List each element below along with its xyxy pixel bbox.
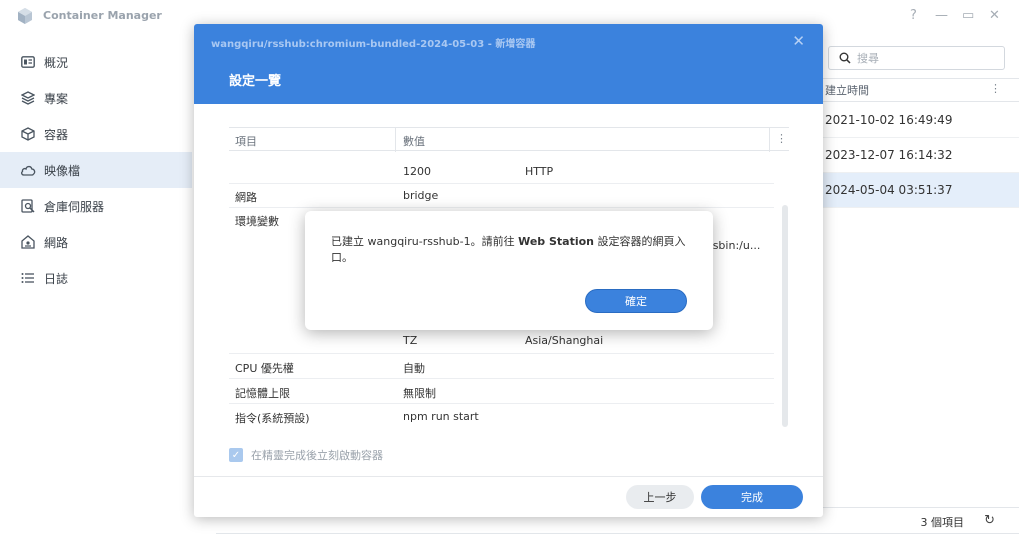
wizard-header: wangqiru/rsshub:chromium-bundled-2024-05… bbox=[194, 24, 823, 104]
wizard-footer-divider bbox=[194, 476, 823, 477]
item-count: 3 個項目 bbox=[920, 516, 965, 529]
created-time: 2021-10-02 16:49:49 bbox=[825, 113, 953, 127]
sidebar: 概況 專案 容器 映像檔 倉庫伺服器 網路 日誌 bbox=[0, 44, 192, 296]
autostart-checkbox[interactable]: ✓ 在精靈完成後立刻啟動容器 bbox=[229, 447, 383, 463]
wizard-title: 設定一覽 bbox=[229, 74, 282, 89]
registry-icon bbox=[20, 198, 36, 214]
minimize-icon[interactable]: — bbox=[935, 8, 948, 23]
cell-key: 環境變數 bbox=[235, 215, 279, 228]
cell-key: 指令(系統預設) bbox=[235, 412, 310, 425]
cell-key: 網路 bbox=[235, 191, 257, 204]
row-divider bbox=[229, 353, 774, 354]
sidebar-item-overview[interactable]: 概況 bbox=[0, 44, 192, 80]
network-icon bbox=[20, 234, 36, 250]
cell-value: 自動 bbox=[403, 362, 425, 375]
sidebar-item-label: 概況 bbox=[44, 55, 69, 70]
app-title: Container Manager bbox=[43, 9, 162, 22]
column-header-value: 數值 bbox=[403, 135, 425, 148]
alert-dialog: 已建立 wangqiru-rsshub-1。請前往 Web Station 設定… bbox=[305, 211, 713, 330]
sidebar-item-label: 倉庫伺服器 bbox=[44, 199, 105, 214]
close-icon[interactable]: ✕ bbox=[989, 8, 1000, 23]
row-divider bbox=[229, 378, 774, 379]
sidebar-item-network[interactable]: 網路 bbox=[0, 224, 192, 260]
sidebar-item-project[interactable]: 專案 bbox=[0, 80, 192, 116]
sidebar-item-registry[interactable]: 倉庫伺服器 bbox=[0, 188, 192, 224]
image-icon bbox=[20, 162, 36, 178]
column-header-created[interactable]: 建立時間 ⋮ bbox=[822, 78, 1019, 102]
sidebar-item-container[interactable]: 容器 bbox=[0, 116, 192, 152]
sidebar-item-label: 日誌 bbox=[44, 271, 69, 286]
alert-message-prefix: 已建立 wangqiru-rsshub-1。請前往 bbox=[331, 235, 519, 248]
help-icon[interactable]: ? bbox=[910, 8, 917, 23]
refresh-icon[interactable]: ↻ bbox=[984, 513, 995, 528]
sidebar-item-label: 網路 bbox=[44, 235, 69, 250]
done-button[interactable]: 完成 bbox=[701, 485, 803, 509]
cell-value: TZ bbox=[403, 334, 418, 347]
previous-button[interactable]: 上一步 bbox=[626, 485, 694, 509]
search-field[interactable] bbox=[828, 46, 1005, 70]
sidebar-item-label: 專案 bbox=[44, 91, 69, 106]
search-icon bbox=[839, 52, 851, 64]
project-icon bbox=[20, 90, 36, 106]
column-divider bbox=[395, 128, 396, 152]
search-input[interactable] bbox=[857, 51, 997, 65]
sidebar-item-label: 容器 bbox=[44, 127, 69, 142]
created-time: 2024-05-04 03:51:37 bbox=[825, 183, 953, 197]
web-station-link: Web Station bbox=[518, 235, 595, 248]
table-row: 指令(系統預設) npm run start bbox=[229, 408, 774, 427]
alert-message: 已建立 wangqiru-rsshub-1。請前往 Web Station 設定… bbox=[331, 234, 691, 266]
cell-value: Asia/Shanghai bbox=[525, 334, 604, 347]
table-row[interactable]: 2021-10-02 16:49:49 bbox=[822, 103, 1019, 138]
cell-key: 記憶體上限 bbox=[235, 387, 290, 400]
table-scrollbar[interactable] bbox=[782, 205, 788, 427]
table-row: CPU 優先權 自動 bbox=[229, 358, 774, 380]
wizard-close-icon[interactable]: ✕ bbox=[792, 32, 805, 50]
cell-value: /sbin:/u... bbox=[709, 239, 761, 252]
column-menu-icon[interactable]: ⋮ bbox=[990, 82, 1001, 95]
container-manager-logo-icon bbox=[18, 8, 32, 24]
row-divider bbox=[229, 207, 774, 208]
column-header-item: 項目 bbox=[235, 135, 257, 148]
summary-table-header: 項目 數值 ⋮ bbox=[229, 127, 789, 152]
row-divider bbox=[229, 403, 774, 404]
table-row[interactable]: 2024-05-04 03:51:37 bbox=[822, 173, 1019, 208]
created-time: 2023-12-07 16:14:32 bbox=[825, 148, 953, 162]
autostart-label: 在精靈完成後立刻啟動容器 bbox=[251, 449, 383, 462]
cell-value: HTTP bbox=[525, 165, 554, 178]
column-header-label: 建立時間 bbox=[825, 84, 869, 97]
cell-key: CPU 優先權 bbox=[235, 362, 294, 375]
cell-value: 無限制 bbox=[403, 387, 436, 400]
overview-icon bbox=[20, 54, 36, 70]
checkbox-checked-icon[interactable]: ✓ bbox=[229, 448, 243, 462]
row-divider bbox=[229, 183, 774, 184]
sidebar-item-log[interactable]: 日誌 bbox=[0, 260, 192, 296]
sidebar-item-image[interactable]: 映像檔 bbox=[0, 152, 192, 188]
cell-value: npm run start bbox=[403, 410, 479, 423]
table-row: 1200 HTTP bbox=[229, 163, 774, 185]
maximize-icon[interactable]: ▭ bbox=[962, 8, 974, 23]
table-row: 記憶體上限 無限制 bbox=[229, 383, 774, 405]
column-divider bbox=[769, 128, 770, 152]
ok-button[interactable]: 確定 bbox=[585, 289, 687, 313]
table-row: 網路 bridge bbox=[229, 187, 774, 209]
container-icon bbox=[20, 126, 36, 142]
sidebar-item-label: 映像檔 bbox=[44, 163, 81, 178]
table-row[interactable]: 2023-12-07 16:14:32 bbox=[822, 138, 1019, 173]
wizard-caption: wangqiru/rsshub:chromium-bundled-2024-05… bbox=[211, 39, 536, 50]
cell-value: bridge bbox=[403, 189, 439, 202]
cell-value: 1200 bbox=[403, 165, 431, 178]
column-menu-icon[interactable]: ⋮ bbox=[776, 132, 787, 145]
log-icon bbox=[20, 270, 36, 286]
